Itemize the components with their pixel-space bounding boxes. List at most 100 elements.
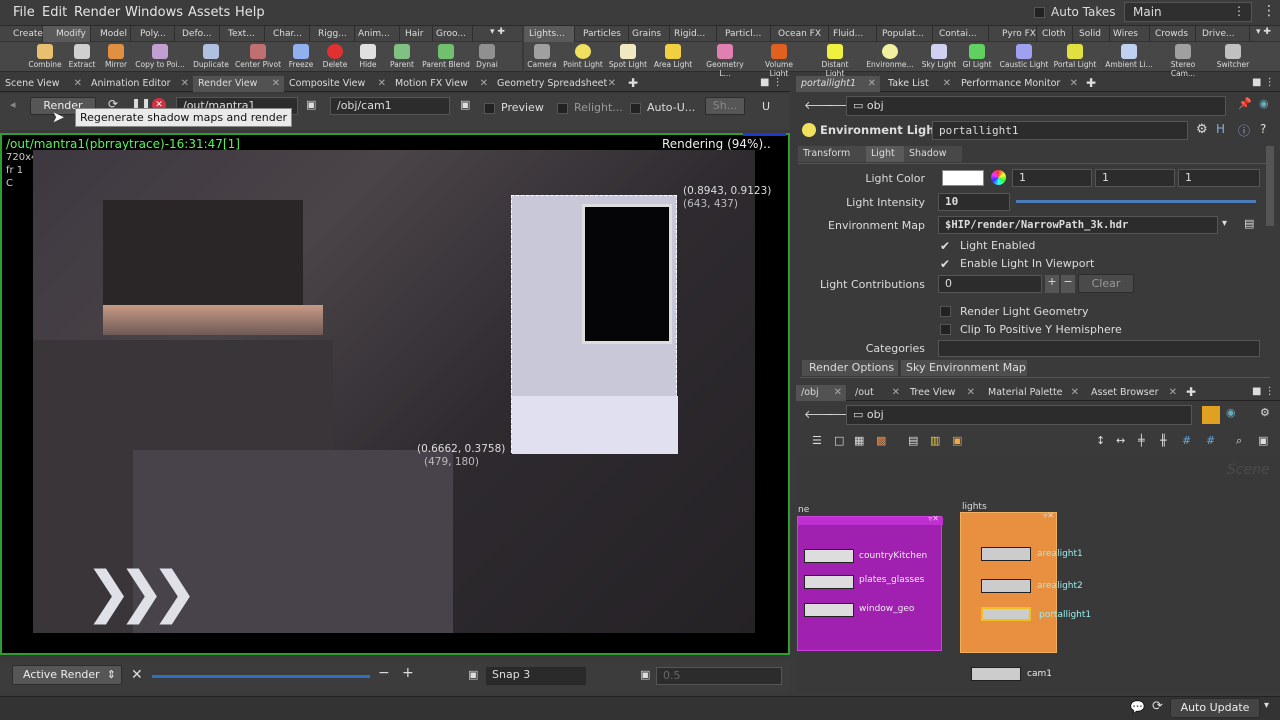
gamma-icon[interactable]: ▣ [640, 668, 650, 681]
chevron-down-icon[interactable]: ▾ [1264, 700, 1269, 711]
categories-field[interactable] [938, 340, 1260, 357]
tool-ambient-light[interactable]: Ambient Li... [1104, 44, 1154, 69]
tool-parent-blend[interactable]: Parent Blend [422, 44, 470, 69]
tool-portal-light[interactable]: Portal Light [1052, 44, 1098, 69]
render-light-geo-checkbox[interactable] [940, 306, 951, 317]
close-icon[interactable]: ✕ [608, 76, 616, 92]
shelf-tab-poly[interactable]: Poly... [131, 26, 175, 42]
shelf-tab-populate[interactable]: Populat... [877, 26, 933, 42]
intensity-field[interactable]: 10 [938, 193, 1010, 211]
pin-icon[interactable]: 📌 [1238, 97, 1252, 110]
tool-stereo-camera[interactable]: Stereo Cam... [1158, 44, 1208, 78]
menu-windows[interactable]: Windows [125, 5, 183, 20]
tab-out[interactable]: /out ✕ [850, 385, 904, 401]
align-h-icon[interactable]: ╫ [1160, 434, 1167, 447]
tool-caustic-light[interactable]: Caustic Light [999, 44, 1049, 69]
node-window-geo[interactable] [804, 603, 854, 617]
color-picker-icon[interactable] [991, 170, 1006, 185]
note-icon[interactable]: ▥ [930, 434, 940, 447]
arrow-left-icon[interactable]: ◂ [10, 98, 16, 111]
box-icon[interactable]: ▣ [952, 434, 962, 447]
gear-icon[interactable]: ⚙ [1196, 122, 1208, 137]
tab-performance-monitor[interactable]: Performance Monitor ✕ [956, 76, 1082, 92]
menu-assets[interactable]: Assets [188, 5, 230, 20]
active-render-dropdown[interactable]: Active Render ⇕ [12, 665, 122, 685]
tab-scene-view[interactable]: Scene View ✕ [0, 76, 86, 92]
search-icon[interactable]: ⌕ [1236, 434, 1242, 448]
close-icon[interactable]: ✕ [181, 76, 189, 92]
grid-snap-icon[interactable]: # [1182, 434, 1191, 447]
tab-render-view[interactable]: Render View ✕ [193, 76, 284, 92]
auto-takes-checkbox[interactable] [1034, 7, 1045, 18]
align-v-icon[interactable]: ╪ [1138, 434, 1145, 447]
path-field[interactable]: ▭ obj [846, 96, 1226, 116]
shelf-tab-cloth[interactable]: Cloth [1037, 26, 1073, 42]
square-icon[interactable]: □ [834, 434, 844, 447]
shelf-tab-drive[interactable]: Drive... [1196, 26, 1250, 42]
add-tab-icon[interactable]: ✚ [1086, 76, 1096, 90]
tool-environment-light[interactable]: Environme... [865, 44, 915, 69]
shadow-button[interactable]: Sh... [705, 97, 745, 115]
node-portallight1[interactable] [981, 607, 1031, 621]
shelf-tab-deform[interactable]: Defo... [175, 26, 220, 42]
tab-tree-view[interactable]: Tree View ✕ [905, 385, 979, 401]
envmap-field[interactable]: $HIP/render/NarrowPath_3k.hdr [938, 216, 1218, 234]
tab-composite-view[interactable]: Composite View ✕ [284, 76, 390, 92]
tool-center-pivot[interactable]: Center Pivot [234, 44, 282, 69]
add-tab-icon[interactable]: ✚ [1186, 385, 1196, 399]
menu-file[interactable]: File [13, 5, 35, 20]
close-icon[interactable]: ▿✕ [928, 514, 939, 523]
close-icon[interactable]: ✕ [131, 667, 143, 683]
frame-slider[interactable] [152, 675, 370, 678]
shelf-tab-lights[interactable]: Lights... [524, 26, 575, 42]
shelf-tab-pyro[interactable]: Pyro FX [989, 26, 1037, 42]
shelf-tab-ocean[interactable]: Ocean FX [771, 26, 829, 42]
network-box-geo[interactable]: ▿✕ countryKitchen plates_glasses window_… [797, 514, 943, 651]
camera-field[interactable]: /obj/cam1 [330, 97, 450, 115]
close-icon[interactable]: ✕ [943, 76, 951, 92]
auto-update-button[interactable]: Auto Update [1170, 698, 1260, 718]
shelf-tab-crowds[interactable]: Crowds [1150, 26, 1196, 42]
relight-toggle[interactable]: Relight... [557, 101, 623, 114]
auto-takes-toggle[interactable]: Auto Takes [1034, 5, 1116, 19]
param-scrollbar[interactable] [1266, 146, 1274, 226]
link-icon[interactable]: ◉ [1259, 97, 1269, 110]
contrib-field[interactable]: 0 [938, 275, 1042, 293]
auto-update-toggle[interactable]: Auto-U... [630, 101, 695, 114]
maximize-icon[interactable]: ■ ⋮ [760, 77, 783, 88]
relight-checkbox[interactable] [557, 102, 568, 114]
gear-icon[interactable]: ⚙ [1260, 406, 1270, 419]
menu-more-icon[interactable]: ⋮ [1262, 3, 1276, 19]
tab-obj[interactable]: /obj ✕ [796, 385, 846, 401]
camera-menu-icon[interactable]: ▣ [460, 98, 470, 111]
chat-icon[interactable]: 💬 [1130, 700, 1145, 714]
grid-icon[interactable]: ▦ [854, 434, 864, 447]
node-arealight1[interactable] [981, 547, 1031, 561]
shelf-tab-modify[interactable]: Modify [43, 26, 91, 42]
refresh-icon[interactable]: ⟳ [1152, 699, 1163, 714]
shelf-tab-model[interactable]: Model [91, 26, 131, 42]
shelf-tab-grains[interactable]: Grains [629, 26, 670, 42]
tab-animation-editor[interactable]: Animation Editor ✕ [86, 76, 193, 92]
close-icon[interactable]: ✕ [1071, 385, 1079, 401]
tab-motion-fx-view[interactable]: Motion FX View ✕ [390, 76, 492, 92]
light-color-r[interactable]: 1 [1012, 169, 1092, 187]
shelf-tab-character[interactable]: Char... [265, 26, 310, 42]
link-icon[interactable]: ◉ [1226, 406, 1236, 419]
shelf-tab-rigid[interactable]: Rigid... [670, 26, 717, 42]
preview-toggle[interactable]: Preview [484, 101, 544, 114]
tool-copy-to-points[interactable]: Copy to Poi... [135, 44, 185, 69]
maximize-icon[interactable]: ■ ⋮ [1252, 386, 1275, 397]
minus-icon[interactable]: − [1061, 275, 1075, 293]
chevron-down-icon[interactable]: ▾ [1222, 218, 1227, 229]
tool-mirror[interactable]: Mirror [93, 44, 139, 69]
shelf-tab-fluid[interactable]: Fluid... [829, 26, 877, 42]
tool-parent[interactable]: Parent [379, 44, 425, 69]
shelf-tab-rigging[interactable]: Rigg... [310, 26, 355, 42]
driver-menu-icon[interactable]: ▣ [306, 98, 316, 111]
snapshot-icon[interactable]: ▣ [468, 668, 478, 681]
layout-icon[interactable]: ▤ [908, 434, 918, 447]
menu-help[interactable]: Help [235, 5, 265, 20]
align-icon[interactable]: ↕ [1096, 434, 1105, 447]
close-icon[interactable]: ✕ [868, 76, 876, 92]
